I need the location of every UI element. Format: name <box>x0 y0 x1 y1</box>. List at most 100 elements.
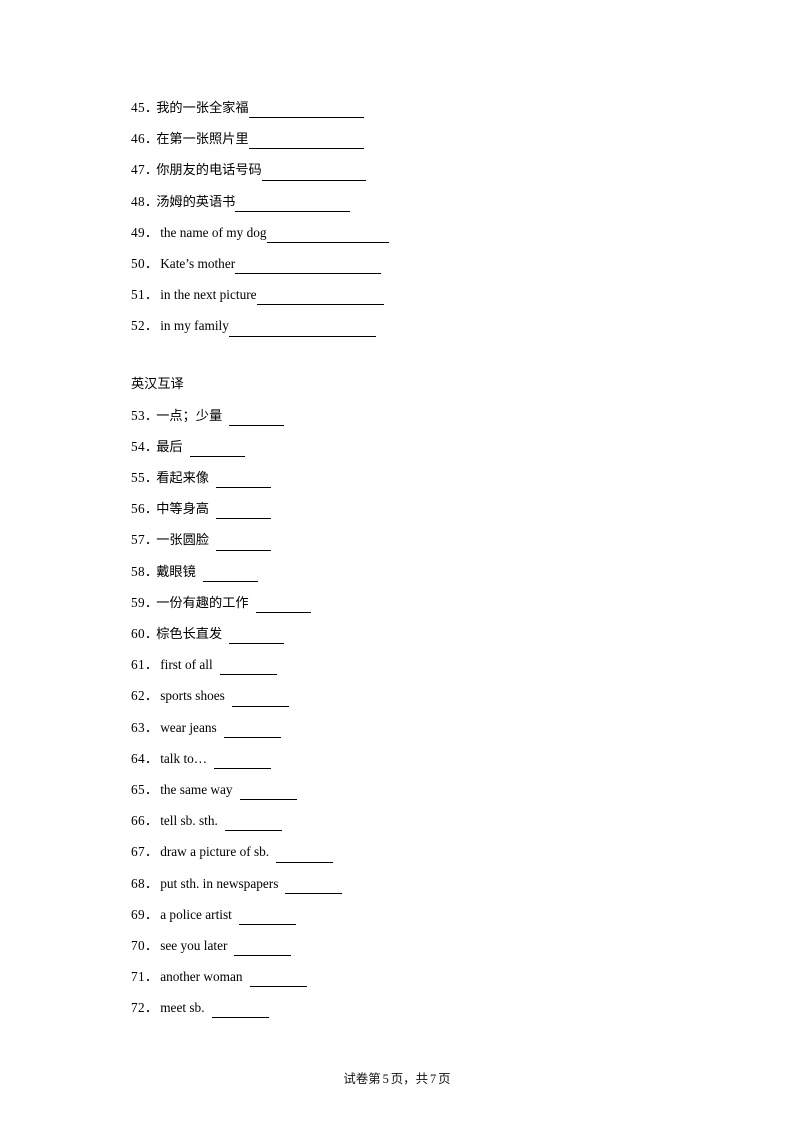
question-number: 56 <box>131 493 156 524</box>
question-prompt: the name of my dog <box>160 224 267 240</box>
answer-blank[interactable] <box>202 566 258 582</box>
question-row: 62sports shoes <box>131 680 671 711</box>
question-prompt: 一份有趣的工作 <box>156 595 249 611</box>
question-prompt: 我的一张全家福 <box>156 101 249 116</box>
answer-blank[interactable] <box>276 847 334 863</box>
answer-blank[interactable] <box>211 1002 269 1019</box>
question-prompt: first of all <box>160 657 213 673</box>
answer-blank[interactable] <box>235 196 351 212</box>
answer-blank[interactable] <box>235 258 382 275</box>
question-number: 72 <box>131 992 156 1023</box>
question-number: 53 <box>131 400 156 431</box>
question-row: 60棕色长直发 <box>131 618 671 649</box>
question-number: 48 <box>131 186 156 217</box>
question-content: 45我的一张全家福46在第一张照片里47你朋友的电话号码48汤姆的英语书49th… <box>131 92 671 1023</box>
question-number: 64 <box>131 743 156 774</box>
question-prompt: 在第一张照片里 <box>156 132 249 148</box>
question-row: 51in the next picture <box>131 279 671 310</box>
question-prompt: another woman <box>160 969 243 985</box>
footer-suffix: 页 <box>438 1071 451 1086</box>
question-row: 66tell sb. sth. <box>131 805 671 836</box>
question-row: 54最后 <box>131 431 671 462</box>
answer-blank[interactable] <box>248 133 364 150</box>
question-prompt: draw a picture of sb. <box>160 844 270 860</box>
question-prompt: 一点；少量 <box>156 408 223 424</box>
question-prompt: a police artist <box>160 906 232 922</box>
question-row: 52in my family <box>131 310 671 341</box>
question-prompt: 看起来像 <box>156 471 209 487</box>
question-list-1: 45我的一张全家福46在第一张照片里47你朋友的电话号码48汤姆的英语书49th… <box>131 92 671 342</box>
question-number: 57 <box>131 524 156 555</box>
question-number: 69 <box>131 899 156 930</box>
question-row: 70see you later <box>131 930 671 961</box>
question-prompt: put sth. in newspapers <box>160 875 279 891</box>
answer-blank[interactable] <box>189 441 245 458</box>
question-row: 47你朋友的电话号码 <box>131 154 671 185</box>
question-number: 49 <box>131 217 156 248</box>
answer-blank[interactable] <box>234 940 292 957</box>
question-row: 69a police artist <box>131 899 671 930</box>
question-row: 57一张圆脸 <box>131 524 671 555</box>
answer-blank[interactable] <box>256 289 384 306</box>
page-footer: 试卷第 5 页，共 7 页 <box>0 1069 794 1087</box>
question-row: 59一份有趣的工作 <box>131 587 671 618</box>
question-row: 63wear jeans <box>131 712 671 743</box>
question-number: 67 <box>131 836 156 867</box>
question-list-2: 53一点；少量54最后55看起来像56中等身高57一张圆脸58戴眼镜59一份有趣… <box>131 400 671 1024</box>
question-row: 49the name of my dog <box>131 217 671 248</box>
answer-blank[interactable] <box>214 753 272 769</box>
question-row: 61first of all <box>131 649 671 680</box>
question-prompt: 最后 <box>156 439 183 455</box>
answer-blank[interactable] <box>229 410 285 426</box>
footer-total-pages: 7 <box>429 1072 437 1086</box>
section-heading-e-c-translation: 英汉互译 <box>131 376 184 392</box>
question-row: 48汤姆的英语书 <box>131 186 671 217</box>
answer-blank[interactable] <box>215 472 271 489</box>
question-row: 56中等身高 <box>131 493 671 524</box>
question-number: 60 <box>131 618 156 649</box>
question-row: 65the same way <box>131 774 671 805</box>
question-number: 65 <box>131 774 156 805</box>
question-prompt: meet sb. <box>160 1000 205 1016</box>
question-prompt: talk to… <box>160 750 208 766</box>
answer-blank[interactable] <box>229 628 285 645</box>
answer-blank[interactable] <box>239 784 297 801</box>
question-number: 51 <box>131 279 156 310</box>
question-row: 64talk to… <box>131 743 671 774</box>
answer-blank[interactable] <box>219 659 277 676</box>
question-number: 55 <box>131 462 156 493</box>
answer-blank[interactable] <box>231 691 289 707</box>
question-number: 70 <box>131 930 156 961</box>
question-prompt: 戴眼镜 <box>156 564 196 580</box>
answer-blank[interactable] <box>248 102 364 119</box>
question-prompt: 棕色长直发 <box>156 627 223 642</box>
answer-blank[interactable] <box>215 535 271 551</box>
question-number: 66 <box>131 805 156 836</box>
question-row: 71another woman <box>131 961 671 992</box>
exam-paper-page: 45我的一张全家福46在第一张照片里47你朋友的电话号码48汤姆的英语书49th… <box>0 0 794 1123</box>
answer-blank[interactable] <box>238 909 296 925</box>
footer-page-number: 5 <box>382 1072 389 1086</box>
answer-blank[interactable] <box>255 597 311 613</box>
answer-blank[interactable] <box>223 722 281 738</box>
question-row: 67draw a picture of sb. <box>131 836 671 867</box>
answer-blank[interactable] <box>215 503 271 520</box>
question-prompt: in my family <box>160 318 229 334</box>
answer-blank[interactable] <box>261 165 366 181</box>
question-number: 50 <box>131 248 156 279</box>
answer-blank[interactable] <box>266 227 389 243</box>
footer-middle: 页，共 <box>390 1071 428 1086</box>
question-prompt: 一张圆脸 <box>156 533 209 549</box>
question-number: 58 <box>131 556 156 587</box>
question-number: 54 <box>131 431 156 462</box>
answer-blank[interactable] <box>249 971 307 988</box>
section-e-c-translation: 英汉互译 53一点；少量54最后55看起来像56中等身高57一张圆脸58戴眼镜5… <box>131 369 671 1024</box>
question-prompt: 中等身高 <box>156 502 209 518</box>
answer-blank[interactable] <box>285 878 343 894</box>
answer-blank[interactable] <box>228 321 376 337</box>
question-row: 46在第一张照片里 <box>131 123 671 154</box>
question-prompt: tell sb. sth. <box>160 813 218 829</box>
answer-blank[interactable] <box>224 815 282 832</box>
question-number: 61 <box>131 649 156 680</box>
